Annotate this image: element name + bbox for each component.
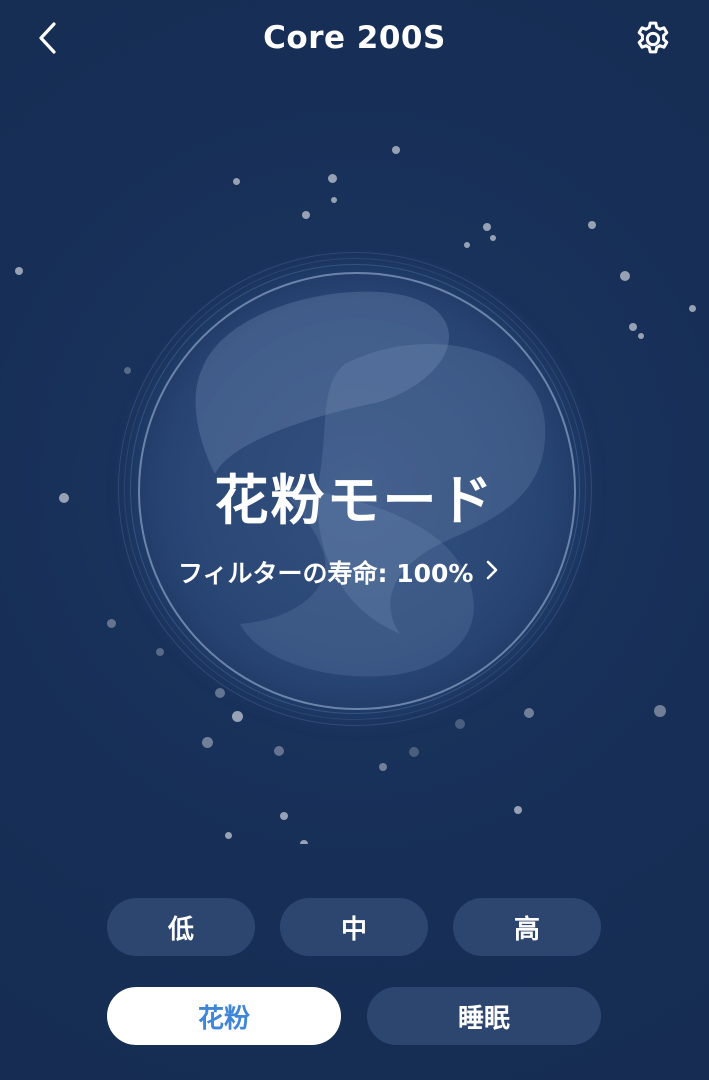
mode-title: 花粉モード [214,469,495,532]
particle [300,840,308,844]
particle [15,267,23,275]
particle [331,197,337,203]
particle [202,737,213,748]
sleep-mode-button[interactable]: 睡眠 [367,987,601,1045]
gear-icon [633,19,673,63]
fan-speed-low-button[interactable]: 低 [107,898,255,956]
particle [274,746,284,756]
page-title: Core 200S [263,20,446,56]
particle [379,763,387,771]
chevron-right-icon [485,558,499,587]
particle [483,223,491,231]
particle [107,619,116,628]
settings-button[interactable] [630,18,676,64]
particle [638,333,644,339]
particle [689,305,696,312]
top-bar: Core 200S [0,0,709,84]
filter-life-link[interactable]: フィルターの寿命: 100% [178,552,499,592]
particle [409,747,419,757]
particle [490,235,496,241]
particle [392,146,400,154]
particle [233,178,240,185]
particle [514,806,522,814]
fan-speed-medium-button[interactable]: 中 [280,898,428,956]
device-screen: Core 200S 花粉モード フィルターの寿命: 100% 低 中 高 花粉 … [0,0,709,1080]
particle [328,174,337,183]
particle [620,271,630,281]
particle [654,705,666,717]
particle [302,211,310,219]
particle [629,323,637,331]
fan-speed-high-button[interactable]: 高 [453,898,601,956]
particle [464,242,470,248]
particle [225,832,232,839]
pollen-mode-button[interactable]: 花粉 [107,987,341,1045]
filter-life-label: フィルターの寿命: 100% [178,559,474,588]
particle [280,812,288,820]
particle [588,221,596,229]
